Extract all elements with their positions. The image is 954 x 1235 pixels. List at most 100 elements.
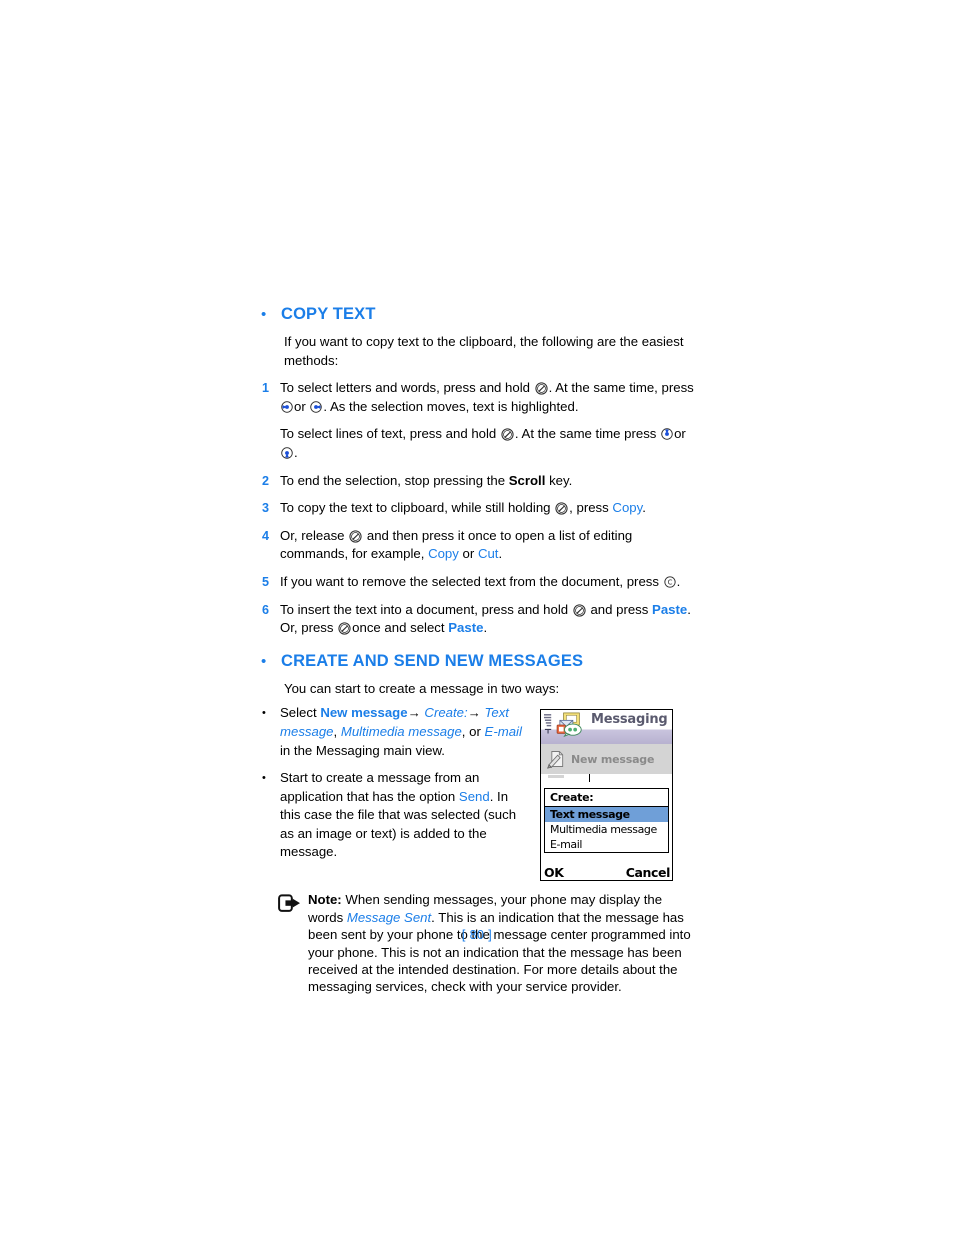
step1-sub-c: or	[674, 426, 686, 442]
popup-header: Create:	[545, 789, 668, 808]
step3-link-copy: Copy	[612, 500, 643, 516]
step-text: Or, release and then press it once to op…	[280, 527, 698, 564]
step1-substep: To select lines of text, press and hold …	[280, 425, 698, 462]
step-number: 2	[262, 473, 270, 488]
phone-list-gap	[541, 774, 672, 785]
step-number: 3	[262, 501, 270, 516]
step4-part-c: .	[498, 546, 503, 562]
bullet1-or: , or	[461, 723, 481, 739]
step-text: To end the selection, stop pressing the …	[280, 472, 698, 491]
step6-link-paste-1: Paste	[652, 601, 688, 617]
step-number: 1	[262, 381, 270, 396]
step6-part-b: and press	[590, 601, 649, 617]
bullet2-link-send: Send	[458, 788, 490, 804]
list-item-text: Start to create a message from an applic…	[280, 769, 528, 862]
phone-screen-mockup: Messaging New message Create: Text messa…	[540, 709, 673, 882]
phone-list-stub	[548, 775, 564, 779]
scroll-key-icon	[573, 603, 586, 617]
step-number: 6	[262, 602, 270, 617]
scroll-down-icon	[281, 446, 293, 459]
bullet1-email: E-mail	[484, 723, 522, 739]
note-label: Note:	[308, 892, 342, 908]
step5-part-b: .	[676, 573, 681, 589]
step-text: If you want to remove the selected text …	[280, 573, 698, 592]
section-bullet-icon: •	[261, 306, 267, 323]
step4-link-copy: Copy	[428, 546, 459, 562]
scroll-left-icon	[281, 400, 293, 413]
step4-middle: or	[462, 546, 475, 562]
step4-link-cut: Cut	[477, 546, 499, 562]
phone-app-title: Messaging	[591, 712, 668, 728]
bullet1-multimedia-message: Multimedia message	[340, 723, 462, 739]
step3-part-a: To copy the text to clipboard, while sti…	[280, 500, 551, 516]
page-number: [ 80 ]	[461, 928, 493, 942]
bullet1-comma: ,	[333, 723, 338, 739]
step1-part-b: . At the same time, press	[548, 380, 694, 396]
step-number: 5	[262, 574, 270, 589]
bullet1-arrow-1: →	[407, 705, 421, 721]
step6-part-d: once and select	[352, 620, 445, 636]
note-block: Note: When sending messages, your phone …	[258, 891, 698, 995]
step1-sub-b: . At the same time press	[514, 426, 657, 442]
phone-softkey-bar: OK Cancel	[541, 861, 672, 880]
step-item: 1 To select letters and words, press and…	[258, 379, 698, 462]
phone-create-popup: Create: Text message Multimedia message …	[544, 788, 669, 854]
copy-text-step-list: 1 To select letters and words, press and…	[258, 379, 698, 638]
bullet1-part-a: Select	[280, 705, 317, 721]
step-text: To select letters and words, press and h…	[280, 379, 698, 462]
section-heading-copy-text: • COPY TEXT	[258, 305, 698, 324]
step2-bold-word: Scroll	[508, 472, 546, 488]
popup-option-multimedia-message[interactable]: Multimedia message	[545, 822, 668, 837]
new-message-label: New message	[571, 752, 655, 766]
step3-part-c: .	[642, 500, 646, 516]
create-messages-columns: • Select New message→ Create:→ Text mess…	[258, 704, 698, 882]
messaging-app-icon	[555, 712, 587, 738]
softkey-ok[interactable]: OK	[544, 865, 564, 880]
softkey-cancel[interactable]: Cancel	[626, 865, 671, 880]
step-text: To copy the text to clipboard, while sti…	[280, 499, 698, 518]
phone-list-row-new-message[interactable]: New message	[541, 744, 672, 775]
step1-sub-a: To select lines of text, press and hold	[280, 426, 497, 442]
section-bullet-icon: •	[261, 652, 267, 670]
step1-part-d: . As the selection moves, text is highli…	[323, 398, 579, 414]
section-heading-create-messages: • CREATE AND SEND NEW MESSAGES	[258, 652, 698, 671]
copy-text-intro: If you want to copy text to the clipboar…	[284, 334, 684, 368]
phone-titlebar: Messaging	[541, 710, 672, 745]
list-item-text: Select New message→ Create:→ Text messag…	[280, 704, 528, 760]
scroll-up-icon	[661, 427, 673, 441]
step6-part-a: To insert the text into a document, pres…	[280, 601, 569, 617]
step6-part-e: .	[483, 620, 488, 636]
popup-option-email[interactable]: E-mail	[545, 837, 668, 852]
step3-part-b: , press	[569, 500, 609, 516]
scroll-key-icon	[338, 622, 351, 635]
signal-strength-icon	[544, 713, 553, 735]
step6-link-paste-2: Paste	[448, 620, 484, 636]
step1-part-a: To select letters and words, press and h…	[280, 380, 530, 396]
step1-part-c: or	[294, 398, 306, 414]
svg-text:C: C	[667, 579, 672, 587]
list-item: • Select New message→ Create:→ Text mess…	[258, 704, 528, 760]
list-item: • Start to create a message from an appl…	[258, 769, 528, 862]
clear-key-icon: C	[664, 575, 676, 588]
bullet1-part-b: in the Messaging main view.	[280, 742, 445, 758]
section-title: CREATE AND SEND NEW MESSAGES	[281, 651, 584, 670]
step5-part-a: If you want to remove the selected text …	[280, 573, 659, 589]
step-item: 4 Or, release and then press it once to …	[258, 527, 698, 564]
create-messages-intro: You can start to create a message in two…	[284, 680, 560, 696]
scroll-key-icon	[555, 502, 568, 515]
document-page: • COPY TEXT If you want to copy text to …	[0, 0, 954, 1235]
step-item: 3 To copy the text to clipboard, while s…	[258, 499, 698, 518]
note-message-sent: Message Sent	[346, 909, 432, 925]
step-item: 5 If you want to remove the selected tex…	[258, 573, 698, 592]
scroll-key-icon	[349, 530, 362, 543]
step-number: 4	[262, 528, 270, 543]
scroll-key-icon	[501, 428, 514, 441]
note-icon	[278, 891, 308, 919]
phone-tree-line-lower	[589, 774, 590, 783]
section-title: COPY TEXT	[281, 305, 376, 323]
step4-part-a: Or, release	[280, 527, 345, 543]
popup-option-text-message[interactable]: Text message	[545, 807, 668, 823]
phone-mockup-container: Messaging New message Create: Text messa…	[540, 704, 673, 882]
bullet1-arrow-2: →	[467, 705, 481, 721]
bullet1-new-message: New message	[320, 705, 408, 721]
